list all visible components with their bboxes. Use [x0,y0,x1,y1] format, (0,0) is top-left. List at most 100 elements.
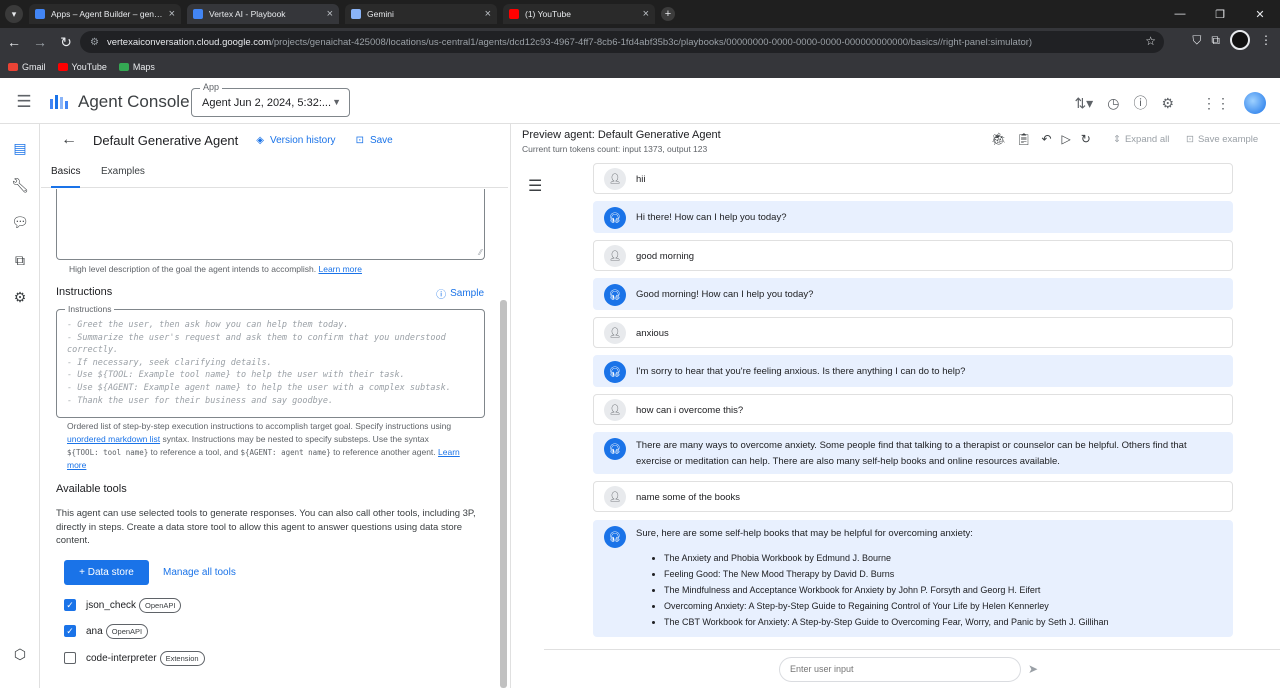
tab-basics[interactable]: Basics [51,156,81,188]
browser-tab[interactable]: (1) YouTube × [503,4,655,24]
url-field[interactable]: ⚙ vertexaiconversation.cloud.google.com/… [80,31,1164,53]
learn-more-link[interactable]: Learn more [319,264,362,274]
version-history-button[interactable]: ◈ Version history [256,135,335,146]
tool-row[interactable]: ✓ json_check OpenAPI [64,595,182,615]
playbooks-icon[interactable]: ▤ [0,130,40,166]
debug-bug-icon[interactable]: 🐞︎ [991,132,1006,146]
tools-wrench-icon[interactable]: 🔧︎ [0,167,40,203]
close-tab-icon[interactable]: × [485,8,491,20]
integrations-icon[interactable]: ⧉ [0,242,40,278]
tool-checkbox[interactable] [64,652,76,664]
help-icon[interactable]: ⓘ [1133,93,1147,113]
agent-message[interactable]: 🎧︎ There are many ways to overcome anxie… [593,432,1233,474]
app-title: Agent Console [78,91,190,111]
tool-name: json_check [86,599,137,611]
close-tab-icon[interactable]: × [643,8,649,20]
play-icon[interactable]: ▷ [1062,132,1071,146]
forward-icon[interactable]: → [28,30,52,54]
tool-row[interactable]: ✓ ana OpenAPI [64,621,149,641]
reset-icon[interactable]: ↻ [1081,132,1091,146]
bookmark-maps[interactable]: Maps [118,62,155,72]
message-text: Good morning! How can I help you today? [636,289,814,300]
tools-heading: Available tools [56,483,127,495]
tool-checkbox[interactable]: ✓ [64,625,76,637]
browser-tab[interactable]: Gemini × [345,4,497,24]
user-message[interactable]: 👤︎ anxious [593,317,1233,348]
youtube-icon [57,63,68,71]
message-text: Hi there! How can I help you today? [636,212,787,223]
agent-message[interactable]: 🎧︎ I'm sorry to hear that you're feeling… [593,355,1233,387]
tab-search-icon[interactable]: ▾ [5,5,23,23]
user-message[interactable]: 👤︎ good morning [593,240,1233,271]
user-input[interactable] [790,664,1010,674]
send-icon[interactable]: ➤ [1028,662,1038,676]
sort-swap-icon[interactable]: ⇅▾ [1074,95,1093,112]
save-button[interactable]: ⊡ Save [356,135,393,146]
expand-all-button[interactable]: ⇕ Expand all [1113,134,1169,145]
goal-textarea[interactable]: ⁄⁄ [56,189,485,260]
profile-avatar[interactable] [1230,30,1250,50]
close-tab-icon[interactable]: × [327,8,333,20]
cube-icon[interactable]: ⬡ [0,636,40,672]
close-window-icon[interactable]: ✕ [1240,0,1280,28]
user-message[interactable]: 👤︎ how can i overcome this? [593,394,1233,425]
close-tab-icon[interactable]: × [169,8,175,20]
bookmark-youtube[interactable]: YouTube [57,62,107,72]
learn-more-link[interactable]: Learn [438,447,460,457]
agent-console-logo-icon [50,94,68,109]
instr-hint-text: to reference a tool, and [148,447,241,457]
new-tab-icon[interactable]: + [661,7,675,21]
user-avatar-icon: 👤︎ [604,322,626,344]
token-count: Current turn tokens count: input 1373, o… [522,144,708,154]
conversations-icon[interactable]: 💬︎ [0,204,40,240]
conversation-menu-icon[interactable]: ☰ [528,176,542,196]
settings-gear-icon[interactable]: ⚙ [0,279,40,315]
app-selector[interactable]: App Agent Jun 2, 2024, 5:32:... ▼ [191,82,350,117]
apps-grid-icon[interactable]: ⋮⋮ [1202,95,1230,112]
restore-icon[interactable]: ❐ [1200,0,1240,28]
url-path: /projects/genaichat-425008/locations/us-… [271,36,1033,48]
agent-syntax: ${AGENT: agent name} [240,448,331,457]
history-icon[interactable]: ◷ [1107,95,1119,112]
input-separator [544,649,1280,650]
user-avatar-icon: 👤︎ [604,399,626,421]
markdown-list-link[interactable]: unordered markdown list [67,434,160,444]
undo-icon[interactable]: ↶ [1041,132,1051,146]
extensions-puzzle-icon[interactable]: ⧉ [1211,33,1220,48]
back-arrow-icon[interactable]: ← [61,131,77,149]
resize-handle-icon[interactable]: ⁄⁄ [479,248,482,257]
back-icon[interactable]: ← [2,30,26,54]
message-text: I'm sorry to hear that you're feeling an… [636,366,966,377]
tab-title: (1) YouTube [525,9,571,19]
bookmark-star-icon[interactable]: ☆ [1145,34,1156,48]
browser-tab[interactable]: Apps – Agent Builder – genAich × [29,4,181,24]
tool-row[interactable]: code-interpreter Extension [64,648,205,668]
main-menu-icon[interactable]: ☰ [0,92,48,112]
editor-scrollbar[interactable] [500,300,507,688]
bookmarks-bar: Gmail YouTube Maps [0,56,1280,78]
bookmark-gmail[interactable]: Gmail [8,62,46,72]
settings-icon[interactable]: ⚙ [1161,95,1174,112]
tool-checkbox[interactable]: ✓ [64,599,76,611]
extension-icon[interactable]: ⛉ [1192,33,1201,48]
user-message[interactable]: 👤︎ name some of the books [593,481,1233,512]
agent-message[interactable]: 🎧︎ Sure, here are some self-help books t… [593,520,1233,637]
sample-button[interactable]: ⓘ Sample [436,286,484,301]
agent-message[interactable]: 🎧︎ Hi there! How can I help you today? [593,201,1233,233]
minimize-icon[interactable]: — [1160,0,1200,28]
user-input-box[interactable] [779,657,1021,682]
site-info-icon[interactable]: ⚙ [90,37,99,48]
tab-examples[interactable]: Examples [101,156,145,188]
user-avatar[interactable] [1244,92,1266,114]
save-example-button[interactable]: ⊡ Save example [1186,134,1258,145]
clipboard-icon[interactable]: 📋︎ [1016,132,1031,146]
add-data-store-button[interactable]: + Data store [64,560,149,585]
browser-menu-icon[interactable]: ⋮ [1260,33,1272,47]
instructions-textarea[interactable]: Instructions - Greet the user, then ask … [56,304,485,418]
browser-tab-active[interactable]: Vertex AI - Playbook × [187,4,339,24]
user-message[interactable]: 👤︎ hii [593,163,1233,194]
manage-tools-link[interactable]: Manage all tools [163,567,236,578]
reload-icon[interactable]: ↻ [54,30,78,54]
learn-more-link[interactable]: more [67,460,86,470]
agent-message[interactable]: 🎧︎ Good morning! How can I help you toda… [593,278,1233,310]
